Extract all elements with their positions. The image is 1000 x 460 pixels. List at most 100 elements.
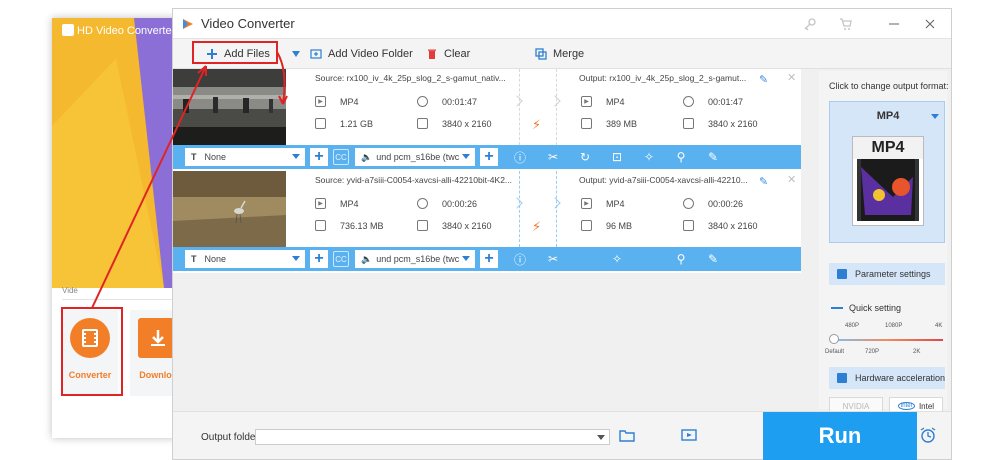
key-icon[interactable] [799,13,821,35]
subtitle-dropdown[interactable]: T None [185,250,305,268]
audio-track-dropdown[interactable]: 🔈 und pcm_s16be (twc [355,250,475,268]
add-video-folder-label: Add Video Folder [328,48,413,60]
add-video-folder-button[interactable]: Add Video Folder [309,45,413,63]
edit-icon[interactable]: ✎ [705,149,721,165]
output-format-selector[interactable]: MP4 MP4 [829,101,945,243]
window-title: Video Converter [201,16,295,31]
output-format-text: MP4 [606,96,625,107]
item-divider [556,69,557,145]
add-files-dropdown[interactable] [291,45,301,63]
add-subtitle-button[interactable]: + [310,250,328,268]
quality-tick: 2K [913,349,921,355]
quality-tick: 4K [935,323,943,329]
output-resolution: 3840 x 2160 [683,118,758,129]
output-filename: Output: rx100_iv_4k_25p_slog_2_s-gamut..… [579,73,747,83]
subtitle-dropdown[interactable]: T None [185,148,305,166]
source-format-text: MP4 [340,198,359,209]
alarm-clock-icon[interactable] [919,426,937,447]
lightning-icon: ⚡ [532,117,542,132]
clear-button[interactable]: Clear [425,45,470,63]
source-filename: Source: rx100_iv_4k_25p_slog_2_s-gamut_n… [315,73,506,83]
output-duration-text: 00:00:26 [708,198,744,209]
file-item[interactable]: Source: yvid-a7siii-C0054-xavcsi-alli-42… [173,171,801,273]
info-icon[interactable]: ⓘ [512,149,528,165]
speaker-icon: 🔈 [361,253,373,264]
output-preview-icon[interactable] [681,428,697,445]
output-duration: 00:00:26 [683,198,743,209]
add-files-button[interactable]: Add Files [205,45,270,63]
quality-slider-knob[interactable] [829,334,839,344]
output-resolution-text: 3840 x 2160 [708,220,758,231]
chevron-right-icon [549,95,561,107]
film-icon [70,318,110,358]
file-format-icon: ▶ [315,96,326,107]
source-format-text: MP4 [340,96,359,107]
cart-icon[interactable] [835,13,857,35]
watermark-icon[interactable]: ⚲ [673,149,689,165]
edit-icon[interactable]: ✎ [705,251,721,267]
folder-icon [315,118,326,129]
cc-icon[interactable]: CC [333,251,349,267]
info-icon[interactable]: ⓘ [512,251,528,267]
output-size-text: 389 MB [606,118,638,129]
scissors-icon[interactable]: ✂ [545,149,561,165]
merge-button[interactable]: Merge [534,45,584,63]
crop-icon[interactable]: ⊡ [609,149,625,165]
item-divider [519,69,520,145]
effects-icon[interactable]: ✧ [641,149,657,165]
quality-tick: Default [825,349,845,355]
run-button[interactable]: Run [763,412,917,460]
resolution-icon [683,220,694,231]
text-icon: T [191,254,197,264]
add-audio-button[interactable]: + [480,250,498,268]
change-format-label: Click to change output format: [829,81,949,91]
source-resolution-text: 3840 x 2160 [442,118,492,129]
cc-icon[interactable]: CC [333,149,349,165]
caret-down-icon [597,435,605,440]
output-folder-label: Output folder: [201,432,262,443]
converter-tile-label: Converter [68,370,112,380]
parameter-settings-button[interactable]: Parameter settings [829,263,945,285]
file-format-icon: ▶ [315,198,326,209]
add-audio-button[interactable]: + [480,148,498,166]
hardware-acceleration-button[interactable]: Hardware acceleration [829,367,945,389]
edit-output-icon[interactable]: ✎ [759,73,768,86]
folder-plus-icon [309,47,323,61]
converter-tile[interactable]: Converter [62,310,118,396]
output-format-text: MP4 [606,198,625,209]
scissors-icon[interactable]: ✂ [545,251,561,267]
output-filename: Output: yvid-a7siii-C0054-xavcsi-alli-42… [579,175,748,185]
minimize-icon[interactable] [883,11,905,33]
rotate-icon[interactable]: ↻ [577,149,593,165]
edit-output-icon[interactable]: ✎ [759,175,768,188]
add-subtitle-button[interactable]: + [310,148,328,166]
caret-down-icon [292,256,300,261]
file-item[interactable]: Source: rx100_iv_4k_25p_slog_2_s-gamut_n… [173,69,801,171]
audio-track-dropdown[interactable]: 🔈 und pcm_s16be (twc [355,148,475,166]
chevron-right-icon [549,197,561,209]
close-icon[interactable] [919,13,941,35]
source-size-text: 1.21 GB [340,118,374,129]
watermark-icon[interactable]: ⚲ [673,251,689,267]
source-format: ▶ MP4 [315,96,359,107]
quick-setting-text: Quick setting [849,303,902,313]
remove-item-icon[interactable]: ✕ [787,173,796,186]
remove-item-icon[interactable]: ✕ [787,71,796,84]
source-duration: 00:00:26 [417,198,477,209]
chip-icon [837,373,847,383]
toolbar: Add Files Add Video Folder Clear Merge [173,39,951,69]
clock-icon [417,198,428,209]
hardware-acceleration-label: Hardware acceleration [854,373,945,383]
video-thumbnail[interactable] [173,171,286,247]
effects-icon[interactable]: ✧ [609,251,625,267]
video-thumbnail[interactable] [173,69,286,145]
resolution-icon [683,118,694,129]
plus-icon [205,47,219,61]
parameter-settings-label: Parameter settings [855,269,931,279]
quality-slider[interactable] [833,339,943,341]
output-folder-field[interactable] [255,429,610,445]
open-folder-icon[interactable] [619,428,635,445]
speaker-icon: 🔈 [361,151,373,162]
nvidia-label: NVIDIA [842,401,870,411]
text-icon: T [191,152,197,162]
